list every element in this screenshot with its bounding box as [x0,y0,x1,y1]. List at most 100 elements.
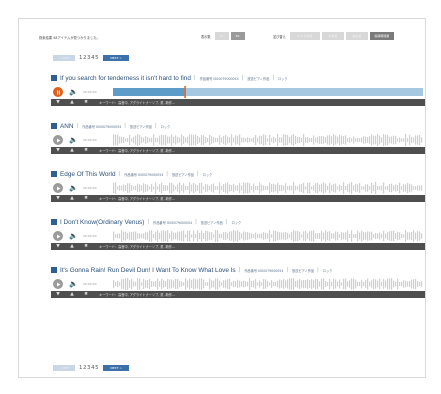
waveform-bar [319,281,321,287]
track-title[interactable]: It's Gonna Rain! Run Devil Dun! I Want T… [60,267,236,274]
play-button[interactable] [53,183,63,193]
track-genre[interactable]: ロック [203,172,213,177]
waveform-bar [259,135,261,145]
pager-page-numbers[interactable]: 12345 [79,55,99,61]
track-artist: 放送ピアノ作品 [292,268,315,273]
download-icon[interactable]: ▼ [51,244,65,249]
volume-icon[interactable]: 🔈 [69,88,78,96]
waveform-bar [399,182,401,194]
waveform-bar [149,186,151,190]
track-genre[interactable]: ロック [231,220,241,225]
waveform-bar [319,136,321,144]
download-icon[interactable]: ▼ [51,100,65,105]
volume-icon[interactable]: 🔈 [69,136,78,144]
pager-page-numbers[interactable]: 12345 [79,365,99,371]
sort-option-duration[interactable]: 収録時間順 [369,32,394,40]
waveform-seekbar[interactable] [113,277,423,291]
play-button[interactable] [53,279,63,289]
waveform-bar [295,231,297,241]
cart-icon[interactable]: ▲ [65,100,79,105]
waveform-bar [393,230,395,242]
waveform-bar [307,136,309,144]
waveform-bar [301,137,303,143]
waveform-seekbar[interactable] [113,133,423,147]
waveform-bar [305,137,307,143]
waveform-bar [133,281,135,287]
pager-prev-button[interactable]: < PREV [53,55,75,61]
waveform-bar [409,183,411,193]
track-genre[interactable]: ロック [278,76,288,81]
waveform-bar [171,134,173,146]
volume-icon[interactable]: 🔈 [69,280,78,288]
volume-icon[interactable]: 🔈 [69,232,78,240]
download-icon[interactable]: ▼ [51,148,65,153]
play-button[interactable] [53,231,63,241]
cart-icon[interactable]: ▲ [65,244,79,249]
waveform-bar [381,185,383,191]
volume-icon[interactable]: 🔈 [69,184,78,192]
share-icon[interactable]: ✖ [79,244,93,249]
playhead [184,86,186,98]
waveform-bar [241,233,243,239]
waveform-bar [309,138,311,142]
waveform-bar [163,135,165,145]
share-icon[interactable]: ✖ [79,100,93,105]
waveform-bar [119,185,121,191]
cart-icon[interactable]: ▲ [65,148,79,153]
cart-icon[interactable]: ▲ [65,196,79,201]
waveform-bar [205,282,207,286]
waveform-bar [257,137,259,143]
sort-option-newest[interactable]: 新着順 [321,32,344,40]
waveform-bar [187,136,189,144]
pager-prev-button[interactable]: < PREV [53,365,75,371]
waveform-bar [233,230,235,242]
track-marker-icon [51,219,57,225]
waveform-bar [205,183,207,193]
waveform-bar [165,185,167,191]
track-title[interactable]: If you search for tenderness it isn't ha… [60,75,191,82]
share-icon[interactable]: ✖ [79,148,93,153]
download-icon[interactable]: ▼ [51,196,65,201]
display-option-50[interactable]: 50 [230,32,245,40]
waveform-bar [403,280,405,288]
track-genre[interactable]: ロック [161,124,171,129]
track-genre[interactable]: ロック [323,268,333,273]
waveform-bar [129,134,131,146]
track-title[interactable]: ANN [60,123,74,130]
waveform-seekbar[interactable] [113,181,423,195]
waveform-bar [181,231,183,241]
waveform-bar [411,232,413,240]
waveform-bar [213,137,215,143]
waveform-bar [227,279,229,289]
share-icon[interactable]: ✖ [79,292,93,297]
waveform-bar [223,135,225,145]
sort-option-recommended[interactable]: おすすめ順 [289,32,320,40]
waveform-bar [281,232,283,240]
waveform-bar [319,184,321,192]
track-title[interactable]: I Don't Know(Ordinary Venus) [60,219,144,226]
waveform-bar [405,280,407,288]
waveform-seekbar[interactable] [113,85,423,99]
waveform-bar [157,278,159,290]
pause-button[interactable] [53,87,63,97]
waveform-bar [385,280,387,288]
cart-icon[interactable]: ▲ [65,292,79,297]
download-icon[interactable]: ▼ [51,292,65,297]
sort-option-title[interactable]: 曲名順 [345,32,368,40]
waveform-bar [209,185,211,191]
waveform-bar [243,231,245,241]
share-icon[interactable]: ✖ [79,196,93,201]
waveform-bar [133,186,135,190]
pager-next-button[interactable]: NEXT > [103,365,130,371]
waveform-bar [181,185,183,191]
waveform-bar [145,280,147,288]
waveform-seekbar[interactable] [113,229,423,243]
waveform-bar [223,280,225,288]
waveform-bar [293,278,295,290]
track-title[interactable]: Edge Of This World [60,171,116,178]
waveform-bar [237,279,239,289]
display-option-20[interactable]: 20 [214,32,229,40]
play-button[interactable] [53,135,63,145]
waveform-bar [385,186,387,190]
pager-next-button[interactable]: NEXT > [103,55,130,61]
